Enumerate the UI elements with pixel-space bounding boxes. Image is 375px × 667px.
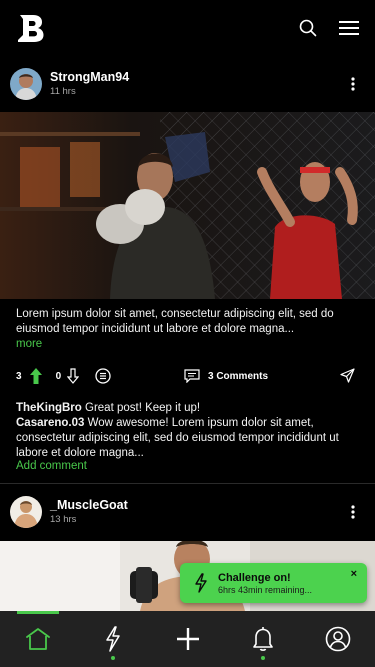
brand-logo[interactable] bbox=[16, 12, 46, 44]
bottom-navigation bbox=[0, 611, 375, 667]
more-options-icon[interactable] bbox=[341, 72, 365, 96]
downvote-icon[interactable] bbox=[67, 368, 80, 384]
comments-button[interactable]: 3 Comments bbox=[184, 366, 268, 386]
list-icon[interactable] bbox=[95, 368, 111, 384]
nav-create[interactable] bbox=[160, 611, 216, 667]
nav-challenges[interactable] bbox=[85, 611, 141, 667]
avatar[interactable] bbox=[10, 496, 42, 528]
notification-dot bbox=[110, 656, 115, 660]
upvote-count: 3 bbox=[16, 370, 22, 382]
top-app-bar bbox=[0, 0, 375, 56]
post-time: 13 hrs bbox=[50, 514, 77, 525]
bolt-icon bbox=[194, 573, 208, 593]
post-username[interactable]: StrongMan94 bbox=[50, 70, 341, 85]
upvote-icon[interactable] bbox=[29, 368, 42, 384]
bell-icon bbox=[252, 626, 274, 652]
toast-title: Challenge on! bbox=[218, 571, 291, 584]
search-icon[interactable] bbox=[299, 19, 317, 37]
close-icon[interactable]: × bbox=[351, 568, 357, 580]
avatar[interactable] bbox=[10, 68, 42, 100]
post-caption: Lorem ipsum dolor sit amet, consectetur … bbox=[16, 308, 334, 335]
comment: Casareno.03 Wow awesome! Lorem ipsum dol… bbox=[16, 416, 366, 461]
nav-notifications[interactable] bbox=[235, 611, 291, 667]
more-options-icon[interactable] bbox=[341, 500, 365, 524]
bolt-icon bbox=[104, 626, 122, 652]
post-image[interactable] bbox=[0, 112, 375, 299]
post-header: _MuscleGoat 13 hrs bbox=[0, 490, 375, 534]
comment-author[interactable]: Casareno.03 bbox=[16, 417, 84, 429]
post-divider bbox=[0, 483, 375, 484]
home-icon bbox=[25, 627, 51, 651]
comments-label: 3 Comments bbox=[208, 370, 269, 382]
toast-subtitle: 6hrs 43min remaining... bbox=[218, 584, 313, 595]
more-link[interactable]: more bbox=[16, 338, 42, 350]
post-time: 11 hrs bbox=[50, 86, 76, 97]
post-actions: 3 0 3 Comments bbox=[16, 366, 359, 386]
post-username[interactable]: _MuscleGoat bbox=[50, 498, 341, 513]
send-icon[interactable] bbox=[340, 368, 355, 386]
post-header: StrongMan94 11 hrs bbox=[0, 62, 375, 106]
notification-dot bbox=[260, 656, 265, 660]
menu-icon[interactable] bbox=[339, 20, 359, 36]
plus-icon bbox=[176, 627, 200, 651]
nav-profile[interactable] bbox=[310, 611, 366, 667]
nav-home[interactable] bbox=[10, 611, 66, 667]
downvote-group: 0 bbox=[56, 368, 80, 384]
profile-icon bbox=[325, 626, 351, 652]
upvote-group: 3 bbox=[16, 368, 42, 384]
downvote-count: 0 bbox=[55, 370, 62, 382]
challenge-toast[interactable]: Challenge on! 6hrs 43min remaining... × bbox=[180, 563, 367, 603]
comment-author[interactable]: TheKingBro bbox=[16, 402, 82, 414]
add-comment-link[interactable]: Add comment bbox=[16, 460, 87, 472]
comment-icon bbox=[184, 369, 200, 383]
comment-text: Great post! Keep it up! bbox=[85, 402, 201, 414]
comment: TheKingBro Great post! Keep it up! bbox=[16, 401, 366, 416]
